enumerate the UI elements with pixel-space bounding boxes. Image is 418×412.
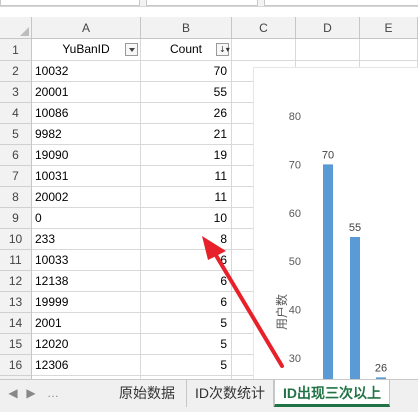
cell[interactable] — [232, 39, 296, 61]
cell-yubanid[interactable]: 9982 — [32, 124, 141, 145]
more-sheets-icon[interactable]: … — [44, 384, 62, 402]
cell-count[interactable]: 70 — [141, 61, 232, 82]
cell-count[interactable]: 10 — [141, 208, 232, 229]
chart-canvas: 80 70 60 50 40 30 用户数 70 55 26 — [274, 111, 387, 380]
sheet-tab-id-count[interactable]: ID次数统计 — [187, 380, 274, 407]
cell-count[interactable]: 11 — [141, 187, 232, 208]
cell-yubanid[interactable]: 20002 — [32, 187, 141, 208]
row-header[interactable]: 6 — [0, 145, 32, 166]
cell-count[interactable]: 6 — [141, 250, 232, 271]
bar-data-label: 70 — [322, 149, 334, 161]
cell-yubanid[interactable]: 12138 — [32, 271, 141, 292]
row-header[interactable]: 7 — [0, 166, 32, 187]
row-header[interactable]: 5 — [0, 124, 32, 145]
cell-count[interactable]: 19 — [141, 145, 232, 166]
bar-data-label: 26 — [375, 362, 387, 374]
cell-count[interactable]: 5 — [141, 313, 232, 334]
cell-yubanid[interactable]: 19999 — [32, 292, 141, 313]
sheet-tab-id-three-plus[interactable]: ID出现三次以上 — [274, 380, 390, 407]
row-header[interactable]: 9 — [0, 208, 32, 229]
cell-count[interactable]: 26 — [141, 103, 232, 124]
cell-yubanid[interactable]: 0 — [32, 208, 141, 229]
cell[interactable] — [360, 39, 418, 61]
cell-yubanid[interactable]: 10032 — [32, 61, 141, 82]
cell-yubanid[interactable]: 10086 — [32, 103, 141, 124]
row-header[interactable]: 16 — [0, 355, 32, 376]
chart-bar[interactable] — [323, 164, 333, 380]
chart-bar[interactable] — [350, 237, 360, 380]
table-header-yubanid[interactable]: YuBanID — [32, 39, 141, 61]
sort-descending-filter-icon[interactable]: ↓▾ — [216, 43, 230, 56]
bar-chart[interactable]: 80 70 60 50 40 30 用户数 70 55 26 — [254, 68, 418, 380]
cell-count[interactable]: 5 — [141, 334, 232, 355]
y-tick-label: 30 — [289, 353, 301, 365]
row-header[interactable]: 3 — [0, 82, 32, 103]
cell[interactable] — [296, 39, 360, 61]
prev-sheet-icon[interactable]: ◀ — [4, 384, 22, 402]
cell-count[interactable]: 5 — [141, 355, 232, 376]
cell-count[interactable]: 11 — [141, 166, 232, 187]
filter-dropdown-icon[interactable] — [125, 43, 138, 56]
table-header-count[interactable]: Count ↓▾ — [141, 39, 232, 61]
table-header-label: Count — [169, 42, 203, 56]
column-header-a[interactable]: A — [32, 17, 141, 39]
y-tick-label: 80 — [289, 111, 301, 123]
cell-yubanid[interactable]: 10031 — [32, 166, 141, 187]
row-header[interactable]: 8 — [0, 187, 32, 208]
cell-count[interactable]: 6 — [141, 271, 232, 292]
bar-data-label: 55 — [349, 222, 361, 234]
row-header[interactable]: 10 — [0, 229, 32, 250]
row-header[interactable]: 14 — [0, 313, 32, 334]
cell-count[interactable]: 21 — [141, 124, 232, 145]
row-header[interactable]: 15 — [0, 334, 32, 355]
sheet-tab-bar: ◀ ▶ … 原始数据 ID次数统计 ID出现三次以上 — [0, 379, 418, 412]
cell-yubanid[interactable]: 12020 — [32, 334, 141, 355]
column-header-b[interactable]: B — [141, 17, 232, 39]
y-tick-label: 50 — [289, 256, 301, 268]
table-header-label: YuBanID — [62, 42, 110, 56]
row-header[interactable]: 11 — [0, 250, 32, 271]
row-header[interactable]: 1 — [0, 39, 32, 61]
select-all-corner[interactable] — [0, 17, 32, 39]
row-header[interactable]: 4 — [0, 103, 32, 124]
cell-count[interactable]: 6 — [141, 292, 232, 313]
y-tick-label: 60 — [289, 208, 301, 220]
row-header[interactable]: 13 — [0, 292, 32, 313]
formula-input-extension[interactable] — [264, 0, 418, 6]
formula-input[interactable] — [146, 0, 258, 6]
column-header-c[interactable]: C — [232, 17, 296, 39]
cell-yubanid[interactable]: 233 — [32, 229, 141, 250]
cell-count[interactable]: 8 — [141, 229, 232, 250]
cell-yubanid[interactable]: 20001 — [32, 82, 141, 103]
column-header-d[interactable]: D — [296, 17, 360, 39]
formula-bar-strip — [0, 0, 418, 7]
cell-yubanid[interactable]: 10033 — [32, 250, 141, 271]
row-header[interactable]: 2 — [0, 61, 32, 82]
next-sheet-icon[interactable]: ▶ — [22, 384, 40, 402]
sheet-tab-raw-data[interactable]: 原始数据 — [108, 380, 187, 407]
column-header-e[interactable]: E — [360, 17, 418, 39]
y-axis-label: 用户数 — [274, 294, 289, 330]
name-box[interactable] — [0, 0, 140, 6]
cell-yubanid[interactable]: 12306 — [32, 355, 141, 376]
cell-count[interactable]: 55 — [141, 82, 232, 103]
cell-yubanid[interactable]: 2001 — [32, 313, 141, 334]
y-tick-label: 40 — [289, 305, 301, 317]
cell-yubanid[interactable]: 19090 — [32, 145, 141, 166]
y-tick-label: 70 — [289, 159, 301, 171]
row-header[interactable]: 12 — [0, 271, 32, 292]
